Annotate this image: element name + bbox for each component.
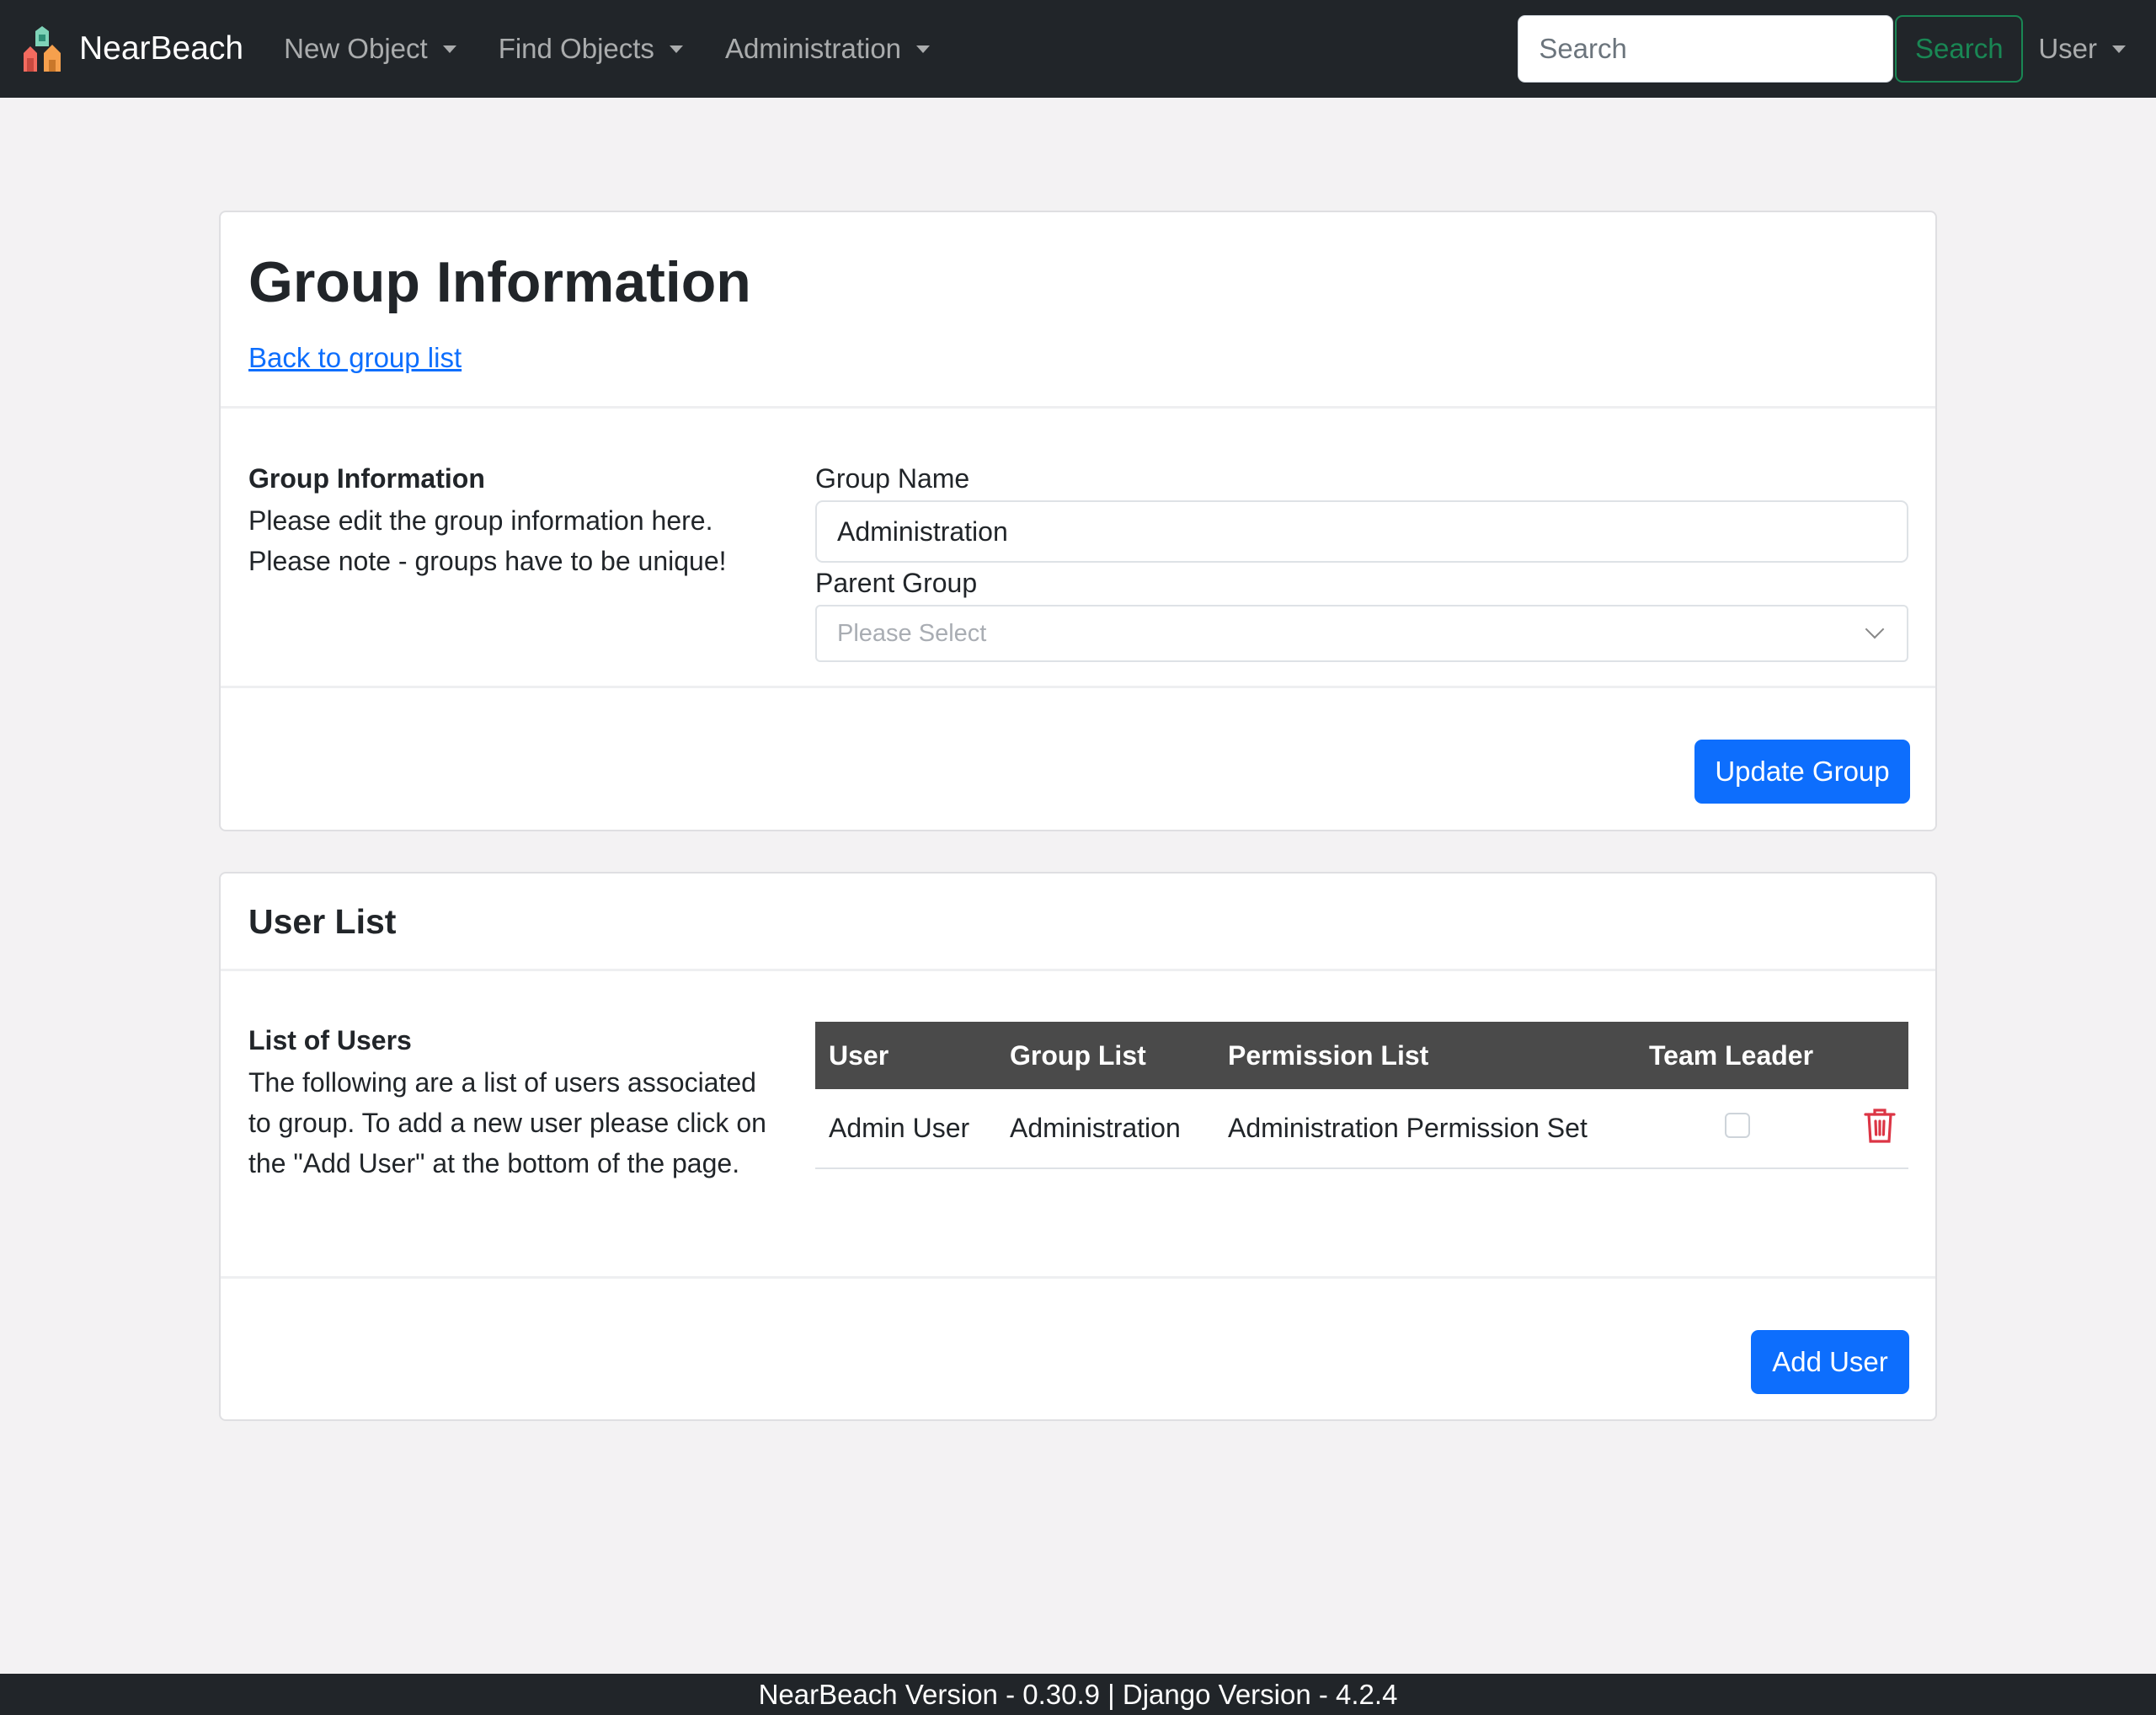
trash-icon[interactable] [1863, 1107, 1897, 1144]
caret-down-icon [916, 45, 931, 53]
group-info-description-1: Please edit the group information here. [248, 505, 713, 536]
user-list-card: User List List of Users The following ar… [219, 872, 1937, 1421]
group-name-label: Group Name [815, 463, 970, 494]
table-row: Admin User Administration Administration… [815, 1089, 1908, 1169]
group-information-card: Group Information Back to group list Gro… [219, 211, 1937, 831]
user-list-title: User List [248, 902, 397, 941]
divider [221, 686, 1935, 688]
column-header-permission-list: Permission List [1214, 1022, 1636, 1089]
nearbeach-logo-icon [24, 26, 61, 72]
user-menu-label: User [2038, 33, 2097, 64]
footer: NearBeach Version - 0.30.9 | Django Vers… [0, 1674, 2156, 1715]
update-group-button[interactable]: Update Group [1694, 740, 1910, 804]
nav-administration-label: Administration [724, 33, 902, 64]
search-button[interactable]: Search [1895, 15, 2024, 83]
group-info-description-2: Please note - groups have to be unique! [248, 546, 727, 576]
nav-new-object-label: New Object [284, 33, 428, 64]
page-title: Group Information [248, 250, 751, 314]
parent-group-select[interactable]: Please Select [815, 605, 1908, 662]
version-info: NearBeach Version - 0.30.9 | Django Vers… [758, 1678, 1398, 1710]
cell-permission: Administration Permission Set [1214, 1089, 1636, 1169]
chevron-down-icon [1865, 619, 1885, 639]
back-to-group-list-link[interactable]: Back to group list [248, 342, 462, 374]
top-navbar: NearBeach New Object Find Objects Admini… [0, 0, 2156, 98]
brand[interactable]: NearBeach [22, 24, 243, 73]
user-table: User Group List Permission List Team Lea… [815, 1022, 1908, 1169]
column-header-user: User [815, 1022, 996, 1089]
nav-new-object[interactable]: New Object [284, 33, 456, 65]
group-name-field[interactable] [815, 500, 1908, 563]
add-user-button[interactable]: Add User [1751, 1330, 1909, 1394]
divider [221, 406, 1935, 409]
divider [221, 1276, 1935, 1279]
caret-down-icon [442, 45, 456, 53]
list-of-users-label: List of Users [248, 1025, 412, 1055]
cell-group: Administration [996, 1089, 1214, 1169]
brand-name: NearBeach [79, 30, 244, 67]
cell-user: Admin User [815, 1089, 996, 1169]
user-menu[interactable]: User [2038, 33, 2126, 65]
nav-administration[interactable]: Administration [724, 33, 931, 65]
cell-actions [1829, 1089, 1908, 1169]
list-of-users-description: The following are a list of users associ… [248, 1067, 766, 1178]
column-header-team-leader: Team Leader [1636, 1022, 1829, 1089]
divider [221, 969, 1935, 971]
parent-group-label: Parent Group [815, 568, 978, 598]
search-input[interactable] [1518, 15, 1894, 83]
table-header-row: User Group List Permission List Team Lea… [815, 1022, 1908, 1089]
team-leader-checkbox[interactable] [1725, 1112, 1750, 1138]
column-header-actions [1829, 1022, 1908, 1089]
nav-find-objects[interactable]: Find Objects [499, 33, 683, 65]
nav-right: Search User [1518, 15, 2126, 83]
nav-find-objects-label: Find Objects [498, 33, 654, 64]
column-header-group-list: Group List [996, 1022, 1214, 1089]
caret-down-icon [669, 45, 683, 53]
parent-group-placeholder: Please Select [837, 619, 987, 647]
cell-team-leader [1636, 1089, 1829, 1169]
caret-down-icon [2112, 45, 2126, 53]
group-info-section-label: Group Information [248, 463, 485, 494]
